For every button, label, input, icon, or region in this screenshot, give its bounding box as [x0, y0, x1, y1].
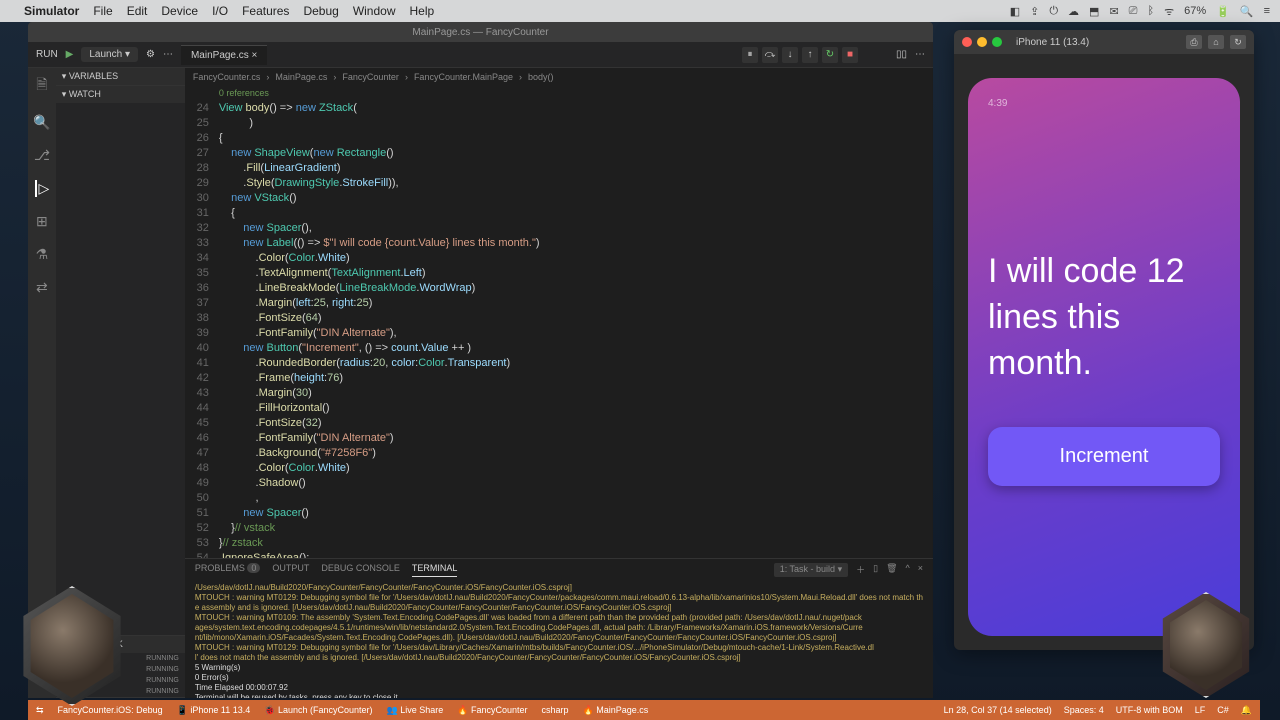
menu-debug[interactable]: Debug — [303, 4, 338, 18]
split-terminal-icon[interactable]: ▯ — [873, 563, 878, 577]
extensions-icon[interactable]: ⊞ — [36, 213, 48, 230]
status-file[interactable]: 🔥 MainPage.cs — [583, 705, 649, 716]
rotate-icon[interactable]: ↻ — [1230, 35, 1246, 49]
increment-button[interactable]: Increment — [988, 427, 1220, 486]
more-icon[interactable]: ⋯ — [915, 49, 925, 60]
status-liveshare[interactable]: 👥 Live Share — [387, 705, 444, 716]
status-solution[interactable]: 🔥 FancyCounter — [457, 705, 527, 716]
status-project[interactable]: FancyCounter.iOS: Debug — [58, 705, 163, 715]
status-encoding[interactable]: UTF-8 with BOM — [1116, 705, 1183, 716]
debug-step-over-icon[interactable]: ⤼ — [762, 47, 778, 63]
menu-io[interactable]: I/O — [212, 4, 228, 18]
menu-help[interactable]: Help — [410, 4, 435, 18]
debug-pause-icon[interactable]: ⏸ — [742, 47, 758, 63]
more-icon[interactable]: ⋯ — [163, 49, 173, 60]
close-icon[interactable]: × — [918, 563, 923, 577]
status-eol[interactable]: LF — [1195, 705, 1206, 716]
menu-edit[interactable]: Edit — [127, 4, 148, 18]
tray-search-icon[interactable]: 🔍 — [1240, 5, 1254, 18]
breadcrumb[interactable]: FancyCounter.cs › MainPage.cs › FancyCou… — [185, 68, 933, 86]
play-icon[interactable]: ▶ — [66, 49, 74, 60]
home-icon[interactable]: ⌂ — [1208, 35, 1224, 49]
tray-icon[interactable]: ☁ — [1068, 5, 1079, 18]
traffic-lights[interactable] — [962, 37, 1002, 47]
ide-window: MainPage.cs — FancyCounter RUN ▶ Launch … — [28, 22, 933, 698]
ide-toolbar: RUN ▶ Launch ▾ ⚙ ⋯ MainPage.cs × ⏸ ⤼ ↓ ↑… — [28, 42, 933, 68]
terminal-select[interactable]: 1: Task - build ▾ — [774, 563, 848, 577]
tray-icon[interactable]: ⇪ — [1030, 5, 1039, 18]
sim-screen[interactable]: 4:39 I will code 12 lines this month. In… — [968, 78, 1240, 636]
run-label: RUN — [36, 49, 58, 60]
sim-title: iPhone 11 (13.4) — [1016, 37, 1089, 48]
debug-step-in-icon[interactable]: ↓ — [782, 47, 798, 63]
launch-select[interactable]: Launch ▾ — [81, 47, 138, 62]
tray-icon[interactable]: ᛒ — [1147, 5, 1154, 17]
status-bell-icon[interactable]: 🔔 — [1241, 705, 1252, 716]
tray-battery: 67% — [1184, 5, 1206, 17]
macos-menubar: Simulator File Edit Device I/O Features … — [0, 0, 1280, 22]
status-device[interactable]: 📱 iPhone 11 13.4 — [177, 705, 251, 716]
tab-terminal[interactable]: TERMINAL — [412, 563, 458, 577]
debug-step-out-icon[interactable]: ↑ — [802, 47, 818, 63]
remote-icon[interactable]: ⇄ — [36, 279, 48, 296]
status-langmode[interactable]: C# — [1217, 705, 1229, 716]
maximize-icon[interactable]: ^ — [906, 563, 910, 577]
variables-header[interactable]: ▾ VARIABLES — [56, 68, 185, 85]
menu-device[interactable]: Device — [161, 4, 198, 18]
split-icon[interactable]: ▯▯ — [896, 49, 907, 60]
status-launch[interactable]: 🐞 Launch (FancyCounter) — [264, 705, 372, 716]
code-area[interactable]: 0 references24View body() => new ZStack(… — [185, 86, 933, 558]
tray-menu-icon[interactable]: ≡ — [1264, 5, 1270, 17]
test-icon[interactable]: ⚗ — [36, 246, 49, 263]
tray-icon[interactable]: ✉ — [1109, 5, 1118, 18]
debug-stop-icon[interactable]: ■ — [842, 47, 858, 63]
trash-icon[interactable]: 🗑 — [886, 563, 897, 577]
terminal-output[interactable]: /Users/dav/dotIJ.nau/Build2020/FancyCoun… — [185, 581, 933, 698]
gear-icon[interactable]: ⚙ — [146, 49, 155, 60]
tray-icon[interactable]: ◧ — [1010, 5, 1020, 18]
new-terminal-icon[interactable]: ＋ — [856, 563, 865, 577]
status-cursor[interactable]: Ln 28, Col 37 (14 selected) — [944, 705, 1052, 716]
tray-wifi-icon[interactable]: ᯤ — [1164, 4, 1174, 19]
remote-icon[interactable]: ⇆ — [36, 705, 44, 716]
terminal-panel: PROBLEMS 0 OUTPUT DEBUG CONSOLE TERMINAL… — [185, 558, 933, 698]
tab-output[interactable]: OUTPUT — [272, 563, 309, 577]
debug-restart-icon[interactable]: ↻ — [822, 47, 838, 63]
debug-icon[interactable]: ▷ — [35, 180, 50, 197]
sim-clock: 4:39 — [988, 98, 1220, 109]
watch-header[interactable]: ▾ WATCH — [56, 86, 185, 103]
menu-window[interactable]: Window — [353, 4, 396, 18]
status-bar: ⇆ FancyCounter.iOS: Debug 📱 iPhone 11 13… — [28, 700, 1260, 720]
tray-icon[interactable]: ⎚ — [1129, 5, 1138, 18]
simulator-window: iPhone 11 (13.4) ⎙ ⌂ ↻ 4:39 I will code … — [954, 30, 1254, 650]
menu-features[interactable]: Features — [242, 4, 289, 18]
files-icon[interactable]: 🗎 — [36, 74, 47, 98]
tray-battery-icon: 🔋 — [1216, 5, 1230, 18]
app-label: I will code 12 lines this month. — [988, 249, 1220, 387]
tray-icon[interactable]: ⬒ — [1089, 5, 1099, 18]
editor[interactable]: FancyCounter.cs › MainPage.cs › FancyCou… — [185, 68, 933, 698]
search-icon[interactable]: 🔍 — [33, 114, 50, 131]
tab-debug-console[interactable]: DEBUG CONSOLE — [321, 563, 400, 577]
editor-tab[interactable]: MainPage.cs × — [181, 45, 267, 65]
source-control-icon[interactable]: ⎇ — [34, 147, 50, 164]
tray-icon[interactable]: ⏻ — [1049, 5, 1058, 18]
menu-file[interactable]: File — [93, 4, 112, 18]
status-spaces[interactable]: Spaces: 4 — [1064, 705, 1104, 716]
tab-problems[interactable]: PROBLEMS 0 — [195, 563, 261, 577]
screenshot-icon[interactable]: ⎙ — [1186, 35, 1202, 49]
menubar-app[interactable]: Simulator — [24, 4, 79, 18]
ide-title: MainPage.cs — FancyCounter — [28, 22, 933, 42]
status-lang[interactable]: csharp — [542, 705, 569, 715]
